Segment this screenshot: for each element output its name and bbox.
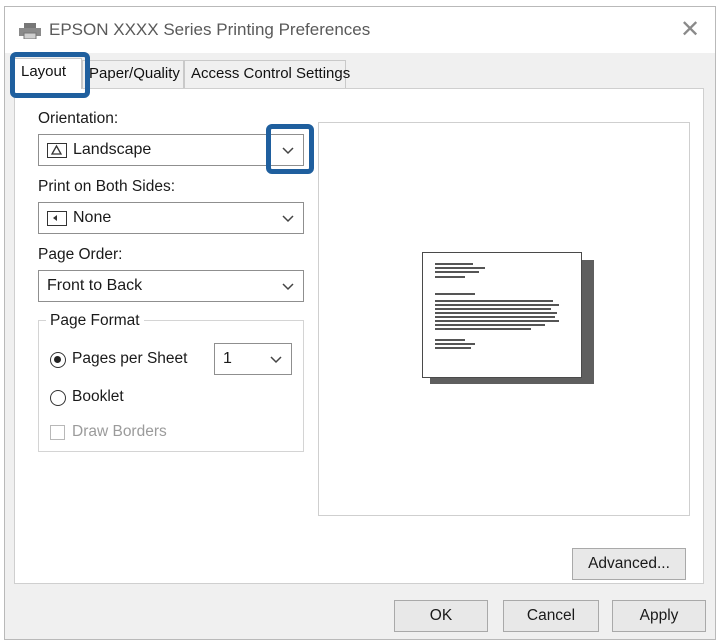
chevron-down-icon[interactable] bbox=[279, 275, 297, 297]
pages-per-sheet-radio[interactable] bbox=[50, 352, 66, 368]
tab-paper-quality[interactable]: Paper/Quality bbox=[82, 60, 184, 88]
page-format-title: Page Format bbox=[46, 312, 144, 330]
tab-strip: Layout Paper/Quality Access Control Sett… bbox=[8, 58, 704, 89]
cancel-button[interactable]: Cancel bbox=[503, 600, 599, 632]
landscape-page-icon bbox=[47, 143, 67, 158]
orientation-value: Landscape bbox=[73, 141, 152, 158]
draw-borders-label: Draw Borders bbox=[72, 423, 167, 440]
orientation-label: Orientation: bbox=[38, 110, 119, 127]
chevron-down-icon[interactable] bbox=[279, 207, 297, 229]
print-both-sides-label: Print on Both Sides: bbox=[38, 178, 175, 195]
draw-borders-checkbox[interactable] bbox=[50, 425, 65, 440]
booklet-radio[interactable] bbox=[50, 390, 66, 406]
preview-sheet bbox=[422, 252, 582, 378]
advanced-button[interactable]: Advanced... bbox=[572, 548, 686, 580]
title-bar: EPSON XXXX Series Printing Preferences ✕ bbox=[5, 7, 715, 53]
tab-highlight-box bbox=[10, 52, 90, 98]
page-order-value: Front to Back bbox=[47, 277, 143, 294]
page-order-dropdown[interactable]: Front to Back bbox=[38, 270, 304, 302]
pages-per-sheet-dropdown[interactable]: 1 bbox=[214, 343, 292, 375]
window-title: EPSON XXXX Series Printing Preferences bbox=[49, 20, 371, 39]
chevron-down-icon[interactable] bbox=[267, 348, 285, 370]
pages-per-sheet-label: Pages per Sheet bbox=[72, 350, 188, 367]
printer-icon bbox=[19, 23, 41, 39]
ok-button[interactable]: OK bbox=[394, 600, 488, 632]
tab-access-control-settings[interactable]: Access Control Settings bbox=[184, 60, 350, 88]
apply-button[interactable]: Apply bbox=[612, 600, 706, 632]
print-both-sides-value: None bbox=[73, 209, 112, 226]
orientation-dropdown[interactable]: Landscape bbox=[38, 134, 304, 166]
close-button[interactable]: ✕ bbox=[675, 15, 705, 45]
dropdown-arrow-highlight-box bbox=[266, 124, 314, 174]
duplex-icon bbox=[47, 211, 67, 226]
pages-per-sheet-value: 1 bbox=[223, 350, 232, 367]
booklet-label: Booklet bbox=[72, 388, 124, 405]
page-order-label: Page Order: bbox=[38, 246, 123, 263]
print-both-sides-dropdown[interactable]: None bbox=[38, 202, 304, 234]
